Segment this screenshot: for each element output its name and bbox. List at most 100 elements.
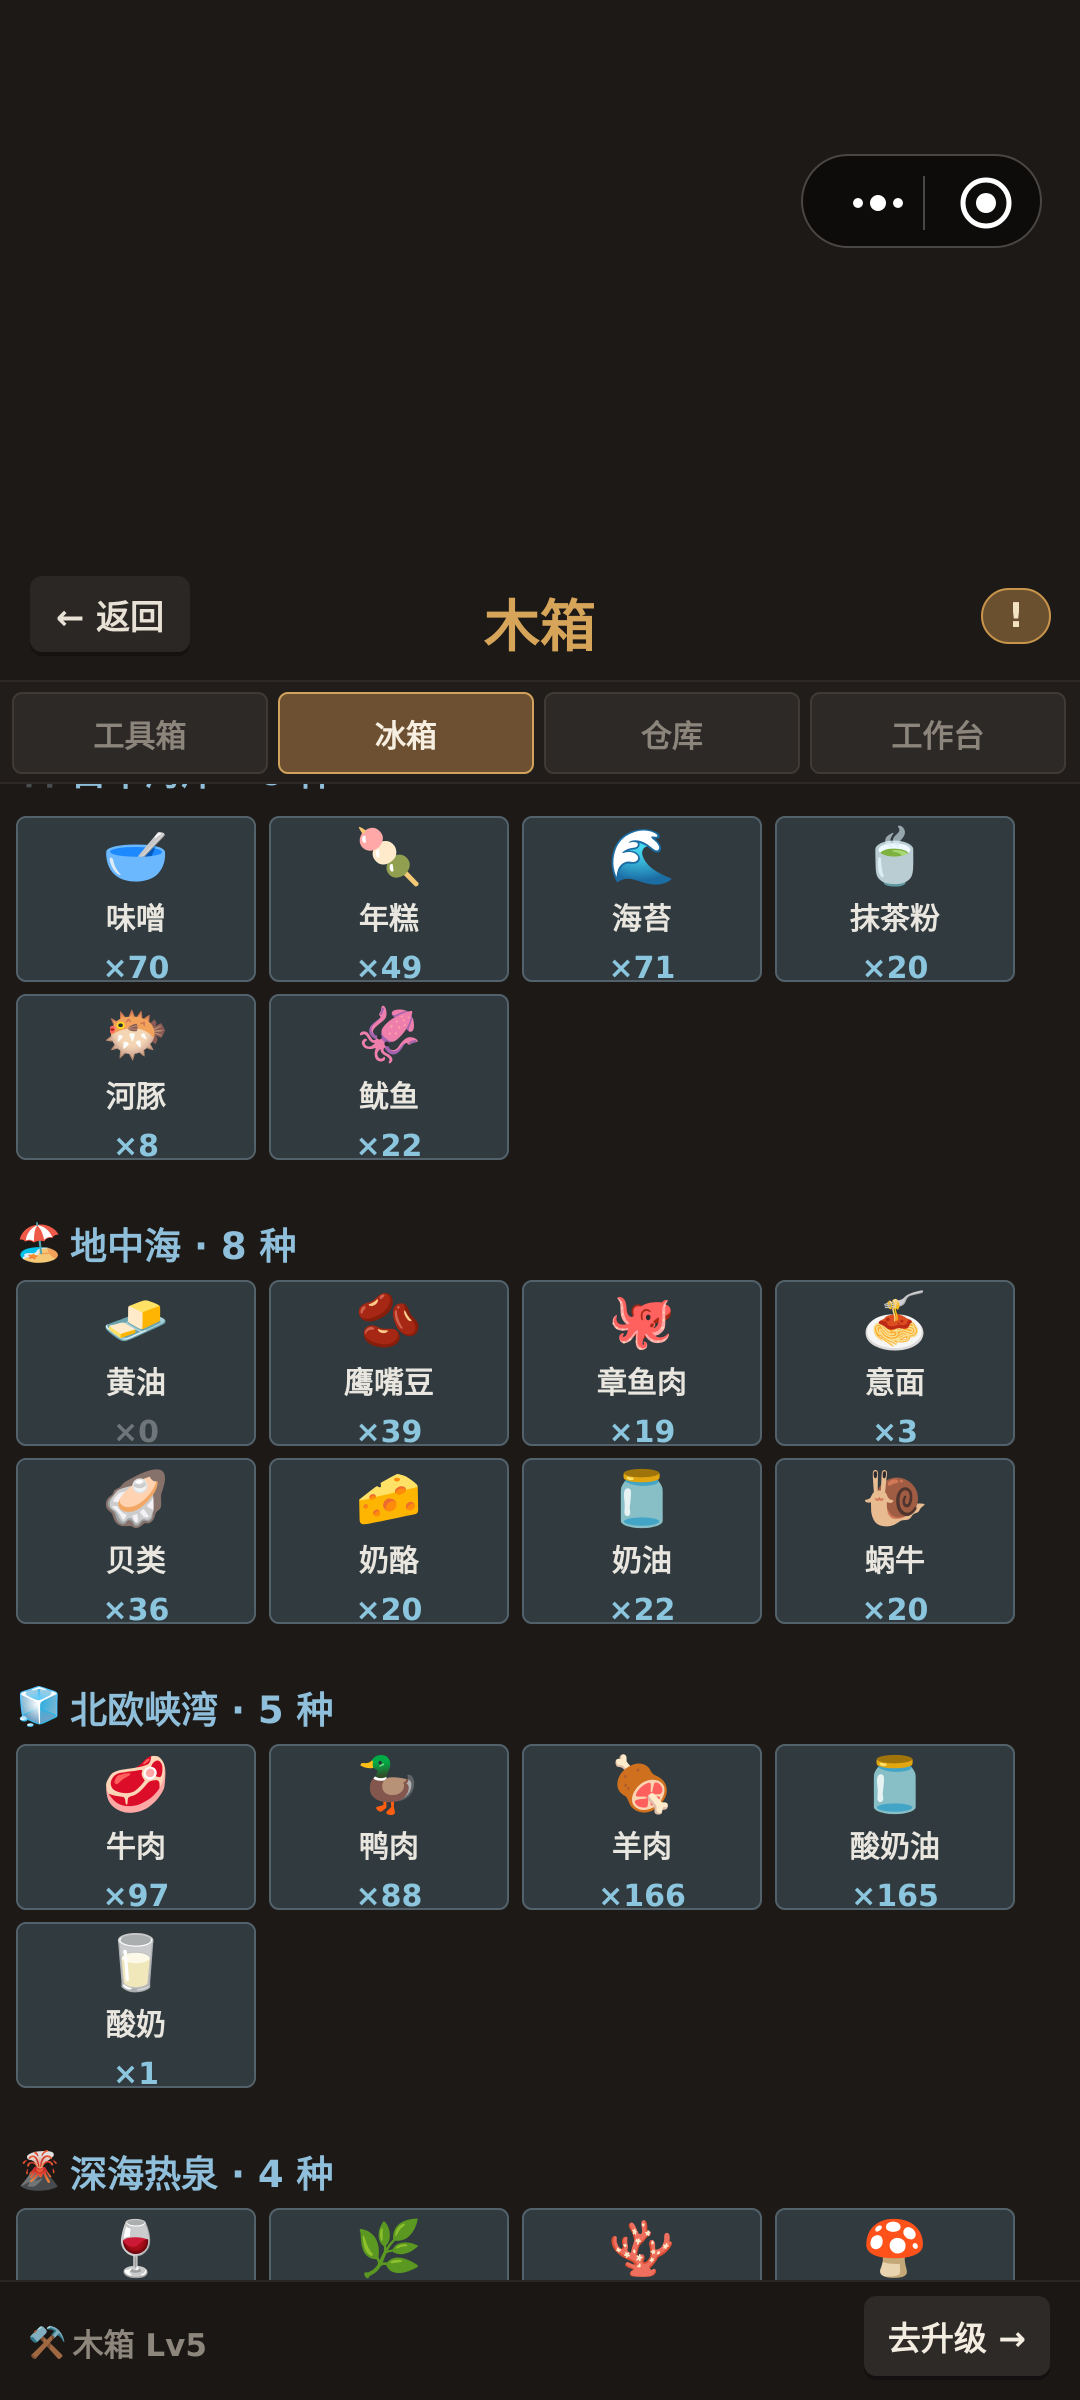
miso-icon: 🥣 (102, 825, 170, 888)
octopus-icon: 🐙 (608, 1289, 676, 1352)
item-name: 抹茶粉 (850, 902, 940, 937)
item-name: 酸奶 (106, 2008, 166, 2043)
tab-bar: 工具箱 冰箱 仓库 工作台 (0, 680, 1080, 784)
item-card[interactable]: 🥣 味噌 ×70 (16, 816, 256, 986)
wine-glass-icon: 🍷 (102, 2217, 170, 2280)
item-card[interactable]: 🍄 (775, 2208, 1015, 2280)
item-name: 鹰嘴豆 (344, 1366, 434, 1401)
item-name: 河豚 (106, 1080, 166, 1115)
capsule-divider (923, 176, 925, 230)
item-name: 黄油 (106, 1366, 166, 1401)
upgrade-button[interactable]: 去升级 → (864, 2296, 1050, 2376)
item-card[interactable]: 🐌 蜗牛 ×20 (775, 1458, 1015, 1628)
item-quantity: ×166 (598, 1879, 686, 1914)
item-card[interactable]: 🥛 酸奶 ×1 (16, 1922, 256, 2092)
item-card[interactable]: 🍖 羊肉 ×166 (522, 1744, 762, 1914)
section-title-mediterranean: 🏖️ 地中海 · 8 种 (16, 1221, 297, 1268)
mini-program-capsule (801, 154, 1042, 248)
meat-on-bone-icon: 🍖 (608, 1753, 676, 1816)
item-card[interactable]: 🦑 鱿鱼 ×22 (269, 994, 509, 1164)
item-card[interactable]: 🫘 鹰嘴豆 ×39 (269, 1280, 509, 1450)
item-quantity: ×20 (861, 951, 929, 986)
hammer-pick-icon: ⚒️ (28, 2325, 67, 2361)
item-card[interactable]: 🌿 (269, 2208, 509, 2280)
item-quantity: ×1 (112, 2057, 159, 2092)
item-card[interactable]: 🍷 (16, 2208, 256, 2280)
info-button[interactable]: ! (981, 588, 1051, 644)
item-name: 意面 (865, 1366, 925, 1401)
section-title-japan: ⛩️ 日本海岸 · 6 种 (16, 784, 334, 796)
item-card[interactable]: 🥩 牛肉 ×97 (16, 1744, 256, 1914)
item-card[interactable]: 🍵 抹茶粉 ×20 (775, 816, 1015, 986)
item-name: 鱿鱼 (359, 1080, 419, 1115)
shrine-icon: ⛩️ (16, 784, 62, 791)
item-card[interactable]: 🌊 海苔 ×71 (522, 816, 762, 986)
item-quantity: ×3 (871, 1415, 918, 1450)
item-quantity: ×19 (608, 1415, 676, 1450)
item-name: 奶油 (612, 1544, 672, 1579)
beans-icon: 🫘 (355, 1289, 423, 1352)
more-menu-icon[interactable] (833, 186, 923, 220)
seaweed-wave-icon: 🌊 (608, 825, 676, 888)
page-title: 木箱 (484, 595, 596, 660)
level-indicator: ⚒️ 木箱 Lv5 (28, 2325, 207, 2364)
item-card[interactable]: 🧈 黄油 ×0 (16, 1280, 256, 1450)
item-name: 鸭肉 (359, 1830, 419, 1865)
tab-fridge[interactable]: 冰箱 (278, 692, 534, 774)
tab-warehouse[interactable]: 仓库 (544, 692, 800, 774)
beach-umbrella-icon: 🏖️ (16, 1221, 63, 1264)
item-name: 羊肉 (612, 1830, 672, 1865)
item-quantity: ×97 (102, 1879, 170, 1914)
item-quantity: ×0 (112, 1415, 159, 1450)
item-card[interactable]: 🦪 贝类 ×36 (16, 1458, 256, 1628)
item-card[interactable]: 🐡 河豚 ×8 (16, 994, 256, 1164)
coral-icon: 🪸 (608, 2217, 676, 2280)
item-quantity: ×71 (608, 951, 676, 986)
pasta-icon: 🍝 (861, 1289, 929, 1352)
inventory-list[interactable]: ⛩️ 日本海岸 · 6 种 🥣 味噌 ×70 🍡 年糕 ×49 🌊 海苔 ×71… (0, 784, 1080, 2280)
mushroom-icon: 🍄 (861, 2217, 929, 2280)
item-card[interactable]: 🍡 年糕 ×49 (269, 816, 509, 986)
item-card[interactable]: 🍝 意面 ×3 (775, 1280, 1015, 1450)
matcha-icon: 🍵 (861, 825, 929, 888)
item-name: 年糕 (359, 902, 419, 937)
item-name: 蜗牛 (865, 1544, 925, 1579)
item-name: 味噌 (106, 902, 166, 937)
item-quantity: ×20 (355, 1593, 423, 1628)
item-quantity: ×22 (355, 1129, 423, 1164)
item-card[interactable]: 🧀 奶酪 ×20 (269, 1458, 509, 1628)
section-title-deep-sea: 🌋 深海热泉 · 4 种 (16, 2149, 334, 2196)
close-target-icon[interactable] (959, 176, 1013, 230)
item-quantity: ×70 (102, 951, 170, 986)
volcano-icon: 🌋 (16, 2149, 63, 2192)
mochi-icon: 🍡 (355, 825, 423, 888)
squid-icon: 🦑 (355, 1003, 423, 1066)
duck-icon: 🦆 (355, 1753, 423, 1816)
item-quantity: ×8 (112, 1129, 159, 1164)
ice-cube-icon: 🧊 (16, 1685, 63, 1728)
item-card[interactable]: 🦆 鸭肉 ×88 (269, 1744, 509, 1914)
milk-glass-icon: 🥛 (102, 1931, 170, 1994)
section-title-nordic: 🧊 北欧峡湾 · 5 种 (16, 1685, 334, 1732)
item-name: 章鱼肉 (597, 1366, 687, 1401)
item-card[interactable]: 🫙 奶油 ×22 (522, 1458, 762, 1628)
item-name: 贝类 (106, 1544, 166, 1579)
tab-workbench[interactable]: 工作台 (810, 692, 1066, 774)
item-card[interactable]: 🐙 章鱼肉 ×19 (522, 1280, 762, 1450)
oyster-icon: 🦪 (102, 1467, 170, 1530)
item-name: 酸奶油 (850, 1830, 940, 1865)
item-card[interactable]: 🪸 (522, 2208, 762, 2280)
jar-icon: 🫙 (608, 1467, 676, 1530)
item-name: 牛肉 (106, 1830, 166, 1865)
pufferfish-icon: 🐡 (102, 1003, 170, 1066)
item-quantity: ×36 (102, 1593, 170, 1628)
butter-icon: 🧈 (102, 1289, 170, 1352)
item-quantity: ×39 (355, 1415, 423, 1450)
steak-icon: 🥩 (102, 1753, 170, 1816)
cheese-icon: 🧀 (355, 1467, 423, 1530)
item-card[interactable]: 🫙 酸奶油 ×165 (775, 1744, 1015, 1914)
tab-toolbox[interactable]: 工具箱 (12, 692, 268, 774)
jar-icon: 🫙 (861, 1753, 929, 1816)
page-header: ← 返回 木箱 ! (0, 560, 1080, 680)
item-name: 海苔 (612, 902, 672, 937)
